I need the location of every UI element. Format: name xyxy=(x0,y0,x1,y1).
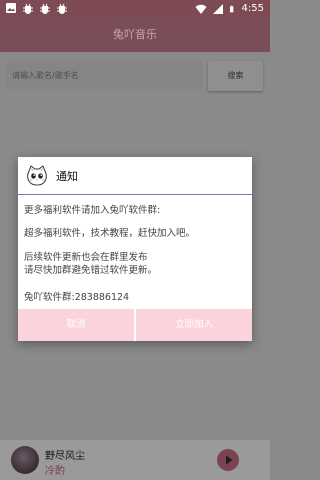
status-bar: 4:55 xyxy=(0,0,270,18)
dialog-line: 请尽快加群避免错过软件更新。 xyxy=(24,265,158,276)
join-now-button[interactable]: 立即加入 xyxy=(136,309,252,341)
app-title: 兔吖音乐 xyxy=(0,18,270,52)
track-title: 野尽风尘 xyxy=(45,451,85,462)
track-artist: 冷酌 xyxy=(45,466,65,477)
search-row: 搜索 xyxy=(0,52,270,100)
cancel-button[interactable]: 取消 xyxy=(18,309,134,341)
wifi-icon xyxy=(195,4,207,14)
play-button[interactable] xyxy=(217,449,239,471)
status-notifications xyxy=(5,2,68,14)
status-system: 4:55 xyxy=(195,2,264,16)
album-cover[interactable] xyxy=(11,446,39,474)
bug-icon xyxy=(23,3,33,14)
play-icon xyxy=(226,455,233,465)
dialog-title: 通知 xyxy=(56,170,78,183)
search-button[interactable]: 搜索 xyxy=(208,61,263,91)
gallery-icon xyxy=(6,3,16,13)
status-time: 4:55 xyxy=(241,3,264,14)
signal-icon xyxy=(212,4,223,14)
cat-logo-icon xyxy=(27,165,47,186)
dialog-header: 通知 xyxy=(18,157,252,195)
bug-icon xyxy=(57,3,67,14)
dialog-line: 后续软件更新也会在群里发布 xyxy=(24,252,148,263)
notice-dialog: 通知 更多福利软件请加入兔吖软件群: 超多福利软件，技术教程，赶快加入吧。 后续… xyxy=(18,157,252,341)
dialog-line: 超多福利软件，技术教程，赶快加入吧。 xyxy=(24,228,196,239)
battery-icon xyxy=(229,5,233,13)
dialog-group-number: 兔吖软件群:283886124 xyxy=(24,292,130,303)
bug-icon xyxy=(40,3,50,14)
dialog-line: 更多福利软件请加入兔吖软件群: xyxy=(24,205,161,216)
search-input[interactable] xyxy=(6,61,202,89)
mini-player[interactable]: 野尽风尘 冷酌 xyxy=(0,440,270,480)
